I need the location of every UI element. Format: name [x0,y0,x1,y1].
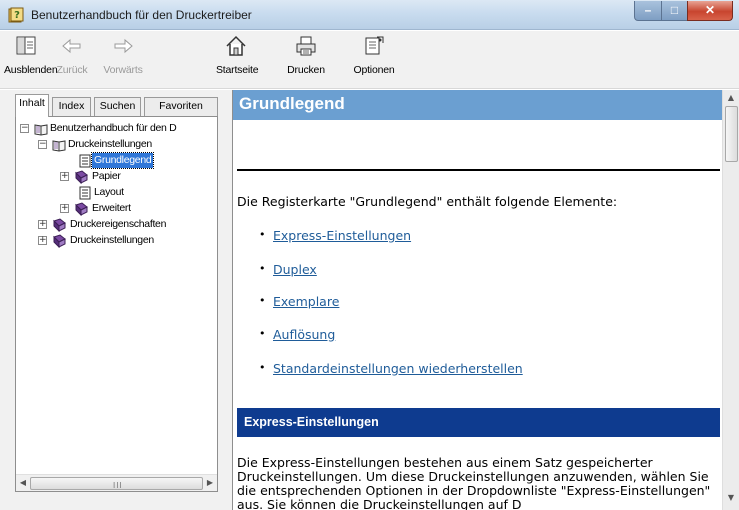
closed-book-icon [53,218,66,232]
close-button[interactable]: ✕ [687,1,733,21]
hide-pane-button[interactable]: Ausblenden [4,34,58,86]
horizontal-scrollbar[interactable]: ◀ III ▶ [16,474,217,491]
divider [237,169,720,171]
print-button[interactable]: Drucken [286,34,326,86]
minimize-button[interactable]: – [634,1,662,21]
home-button[interactable]: Startseite [216,34,259,86]
svg-text:?: ? [14,10,20,21]
vertical-scrollbar[interactable]: ▲ ▼ [722,90,739,510]
navigation-pane: Inhalt Index Suchen Favoriten − Benutzer… [0,90,224,510]
tree-item-druckereigenschaften[interactable]: + Druckereigenschaften [16,217,217,233]
collapse-icon[interactable]: − [38,140,47,149]
link-aufloesung[interactable]: Auflösung [273,327,335,342]
closed-book-icon [53,234,66,248]
window-title: Benutzerhandbuch für den Druckertreiber [31,8,252,22]
options-icon [365,36,384,55]
tree-item-grundlegend[interactable]: Grundlegend [16,152,217,169]
intro-text: Die Registerkarte "Grundlegend" enthält … [237,194,618,209]
back-arrow-icon [62,38,81,54]
scroll-down-icon[interactable]: ▼ [725,492,737,504]
link-exemplare[interactable]: Exemplare [273,294,339,309]
forward-arrow-icon [114,38,133,54]
tree-item-layout[interactable]: Layout [16,185,217,201]
link-duplex[interactable]: Duplex [273,262,317,277]
help-book-icon: ? [8,7,24,23]
scroll-grip: III [113,481,123,490]
forward-button[interactable]: Vorwärts [100,34,146,86]
tab-favoriten[interactable]: Favoriten [144,97,218,116]
tab-suchen[interactable]: Suchen [94,97,141,116]
tree-item-erweitert[interactable]: + Erweitert [16,201,217,217]
closed-book-icon [75,202,88,216]
expand-icon[interactable]: + [60,204,69,213]
tree-item-handbook[interactable]: − Benutzerhandbuch für den D [16,121,217,137]
expand-icon[interactable]: + [60,172,69,181]
closed-book-icon [75,170,88,184]
content-pane: Grundlegend Die Registerkarte "Grundlege… [232,90,739,510]
scroll-right-icon[interactable]: ▶ [204,477,216,489]
topic-heading-bar: Grundlegend [233,90,722,120]
tree-item-papier[interactable]: + Papier [16,169,217,185]
section-heading: Express-Einstellungen [244,415,379,429]
tree-item-druckeinstellungen[interactable]: − Druckeinstellungen [16,137,217,153]
section-heading-bar: Express-Einstellungen [237,408,720,437]
collapse-icon[interactable]: − [20,124,29,133]
back-button[interactable]: Zurück [52,34,92,86]
options-button[interactable]: Optionen [350,34,398,86]
maximize-button[interactable]: □ [661,1,688,21]
contents-tree[interactable]: − Benutzerhandbuch für den D − Druckeins… [15,116,218,492]
expand-icon[interactable]: + [38,220,47,229]
scroll-thumb[interactable]: III [30,477,203,490]
hide-pane-icon [16,36,36,55]
scroll-left-icon[interactable]: ◀ [17,477,29,489]
link-standardeinstellungen[interactable]: Standardeinstellungen wiederherstellen [273,361,523,376]
printer-icon [296,36,316,56]
expand-icon[interactable]: + [38,236,47,245]
home-icon [226,35,246,56]
open-book-icon [34,124,48,136]
open-book-icon [52,140,66,152]
pane-splitter[interactable] [224,90,232,510]
title-bar[interactable]: ? Benutzerhandbuch für den Druckertreibe… [0,0,739,30]
link-express-einstellungen[interactable]: Express-Einstellungen [273,228,411,243]
tree-item-druckeinstellungen-2[interactable]: + Druckeinstellungen [16,233,217,249]
scroll-thumb[interactable] [725,106,738,162]
tab-index[interactable]: Index [52,97,91,116]
scroll-up-icon[interactable]: ▲ [725,92,737,104]
page-title: Grundlegend [239,94,345,113]
body-paragraph: Die Express-Einstellungen bestehen aus e… [237,455,711,510]
page-icon [79,186,91,200]
page-icon [79,154,91,168]
tab-inhalt[interactable]: Inhalt [15,94,49,117]
toolbar: Ausblenden Zurück Vorwärts Startseite Dr… [0,31,739,89]
